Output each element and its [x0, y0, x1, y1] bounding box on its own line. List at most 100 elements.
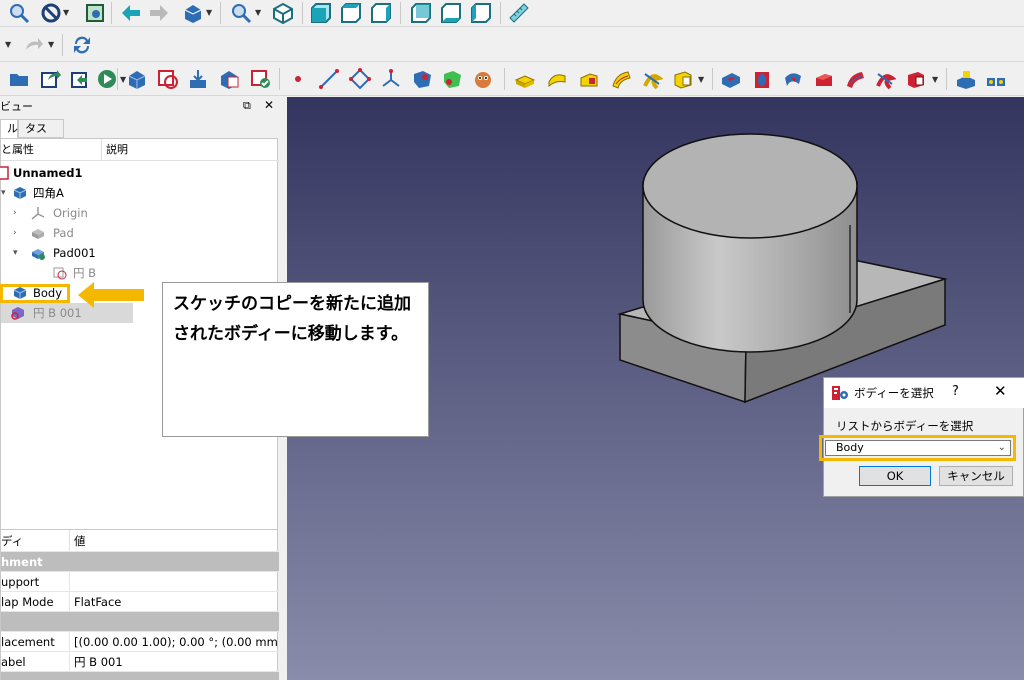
dialog-titlebar[interactable]: ボディーを選択 ? ✕ [824, 378, 1024, 408]
chevron-down-icon[interactable]: ▼ [63, 8, 69, 17]
subtractive-helix-icon[interactable] [874, 68, 896, 90]
bottom-view-icon[interactable] [440, 2, 462, 24]
local-cs-icon[interactable] [380, 68, 402, 90]
pad-icon [32, 249, 45, 260]
tree-header-label[interactable]: と属性 [1, 139, 101, 161]
tab-model[interactable]: ル [0, 119, 18, 138]
tree-header-description[interactable]: 説明 [101, 139, 279, 161]
additive-pipe-icon[interactable] [610, 68, 632, 90]
back-arrow-icon[interactable] [120, 2, 142, 24]
float-panel-icon[interactable]: ⧉ [243, 99, 251, 113]
body-select-value: Body [836, 441, 864, 454]
fit-all-icon[interactable] [230, 2, 252, 24]
bounding-box-icon[interactable] [84, 2, 106, 24]
close-panel-icon[interactable]: ✕ [264, 98, 274, 112]
groove-icon[interactable] [782, 68, 804, 90]
macro-icon[interactable] [96, 68, 118, 90]
chevron-down-icon[interactable]: ▼ [932, 75, 938, 84]
cancel-button[interactable]: キャンセル [939, 466, 1013, 486]
property-value[interactable]: FlatFace [69, 592, 121, 611]
left-view-icon[interactable] [470, 2, 492, 24]
additive-loft-icon[interactable] [578, 68, 600, 90]
subshape-binder-icon[interactable] [441, 68, 463, 90]
cylinder-top [642, 133, 858, 239]
datum-point-icon[interactable] [287, 68, 309, 90]
datum-plane-icon[interactable] [349, 68, 371, 90]
measure-icon[interactable] [508, 2, 530, 24]
tree-item-document[interactable]: Unnamed1 [0, 163, 279, 183]
expand-arrow-icon[interactable]: › [13, 223, 17, 243]
expand-arrow-icon[interactable]: ▾ [13, 243, 18, 263]
property-value[interactable]: [(0.00 0.00 1.00); 0.00 °; (0.00 mm 0...… [69, 632, 279, 651]
rear-view-icon[interactable] [410, 2, 432, 24]
property-row-placement[interactable]: lacement [(0.00 0.00 1.00); 0.00 °; (0.0… [1, 632, 279, 652]
toolbar-separator [111, 2, 112, 24]
isometric-icon[interactable] [272, 2, 294, 24]
property-value[interactable] [69, 572, 74, 591]
chevron-down-icon[interactable]: ▼ [698, 75, 704, 84]
toolbar-separator [400, 2, 401, 24]
zoom-icon[interactable] [8, 2, 30, 24]
body-select[interactable]: Body ⌄ [825, 440, 1011, 456]
close-icon[interactable]: ✕ [994, 382, 1007, 400]
property-row-map-mode[interactable]: lap Mode FlatFace [1, 592, 279, 612]
chevron-down-icon[interactable]: ▼ [255, 8, 261, 17]
revolution-icon[interactable] [546, 68, 568, 90]
additive-helix-icon[interactable] [641, 68, 663, 90]
shape-binder-icon[interactable] [411, 68, 433, 90]
clone-icon[interactable] [472, 68, 494, 90]
subtractive-box-icon[interactable] [905, 68, 927, 90]
dialog-title: ボディーを選択 [854, 386, 934, 400]
top-view-icon[interactable] [340, 2, 362, 24]
property-header-value[interactable]: 値 [69, 530, 86, 551]
chevron-down-icon[interactable]: ▼ [48, 40, 54, 49]
hole-icon[interactable] [752, 68, 774, 90]
create-sketch-icon[interactable] [157, 68, 179, 90]
toolbar-separator [62, 34, 63, 56]
pocket-icon[interactable] [720, 68, 742, 90]
check-geometry-icon[interactable] [250, 68, 272, 90]
no-draw-icon[interactable] [40, 2, 62, 24]
validate-sketch-icon[interactable] [218, 68, 240, 90]
pad-icon[interactable] [514, 68, 536, 90]
help-icon[interactable]: ? [952, 384, 959, 399]
share-icon[interactable] [70, 68, 92, 90]
export-icon[interactable] [40, 68, 62, 90]
toolbar-separator [504, 68, 505, 90]
subtractive-pipe-icon[interactable] [844, 68, 866, 90]
property-group-next[interactable] [1, 672, 279, 680]
additive-box-icon[interactable] [672, 68, 694, 90]
open-folder-icon[interactable] [8, 68, 30, 90]
tree-item-body-shikaku[interactable]: ▾ 四角A [1, 183, 279, 203]
property-row-label[interactable]: abel 円 B 001 [1, 652, 279, 672]
property-group-attachment[interactable]: hment [1, 552, 279, 572]
front-view-icon[interactable] [310, 2, 332, 24]
chevron-down-icon[interactable]: ▼ [206, 8, 212, 17]
chevron-down-icon[interactable]: ▼ [5, 40, 11, 49]
redo-icon[interactable] [22, 34, 44, 56]
expand-arrow-icon[interactable]: ▾ [1, 183, 6, 203]
property-group-base[interactable] [1, 612, 279, 632]
boolean-icon[interactable] [955, 68, 977, 90]
tree-item-pad[interactable]: › Pad [1, 223, 279, 243]
ok-button[interactable]: OK [859, 466, 931, 486]
property-value[interactable]: 円 B 001 [69, 652, 123, 671]
property-header-name[interactable]: ディ [1, 530, 23, 551]
chevron-down-icon[interactable]: ⌄ [998, 441, 1006, 455]
attach-sketch-icon[interactable] [187, 68, 209, 90]
datum-line-icon[interactable] [318, 68, 340, 90]
expand-arrow-icon[interactable]: › [13, 203, 17, 223]
property-row-support[interactable]: upport [1, 572, 279, 592]
create-body-icon[interactable] [126, 68, 148, 90]
forward-arrow-icon[interactable] [148, 2, 170, 24]
right-view-icon[interactable] [370, 2, 392, 24]
property-editor: ディ 値 hment upport lap Mode FlatFace lace… [0, 529, 279, 680]
refresh-icon[interactable] [71, 34, 93, 56]
subtractive-loft-icon[interactable] [813, 68, 835, 90]
toolbar-separator [302, 2, 303, 24]
tab-tasks[interactable]: タスク [18, 119, 64, 153]
std-view-icon[interactable] [182, 2, 204, 24]
tree-item-pad001[interactable]: ▾ Pad001 [1, 243, 279, 263]
tree-item-origin[interactable]: › Origin [1, 203, 279, 223]
multi-transform-icon[interactable] [985, 68, 1007, 90]
